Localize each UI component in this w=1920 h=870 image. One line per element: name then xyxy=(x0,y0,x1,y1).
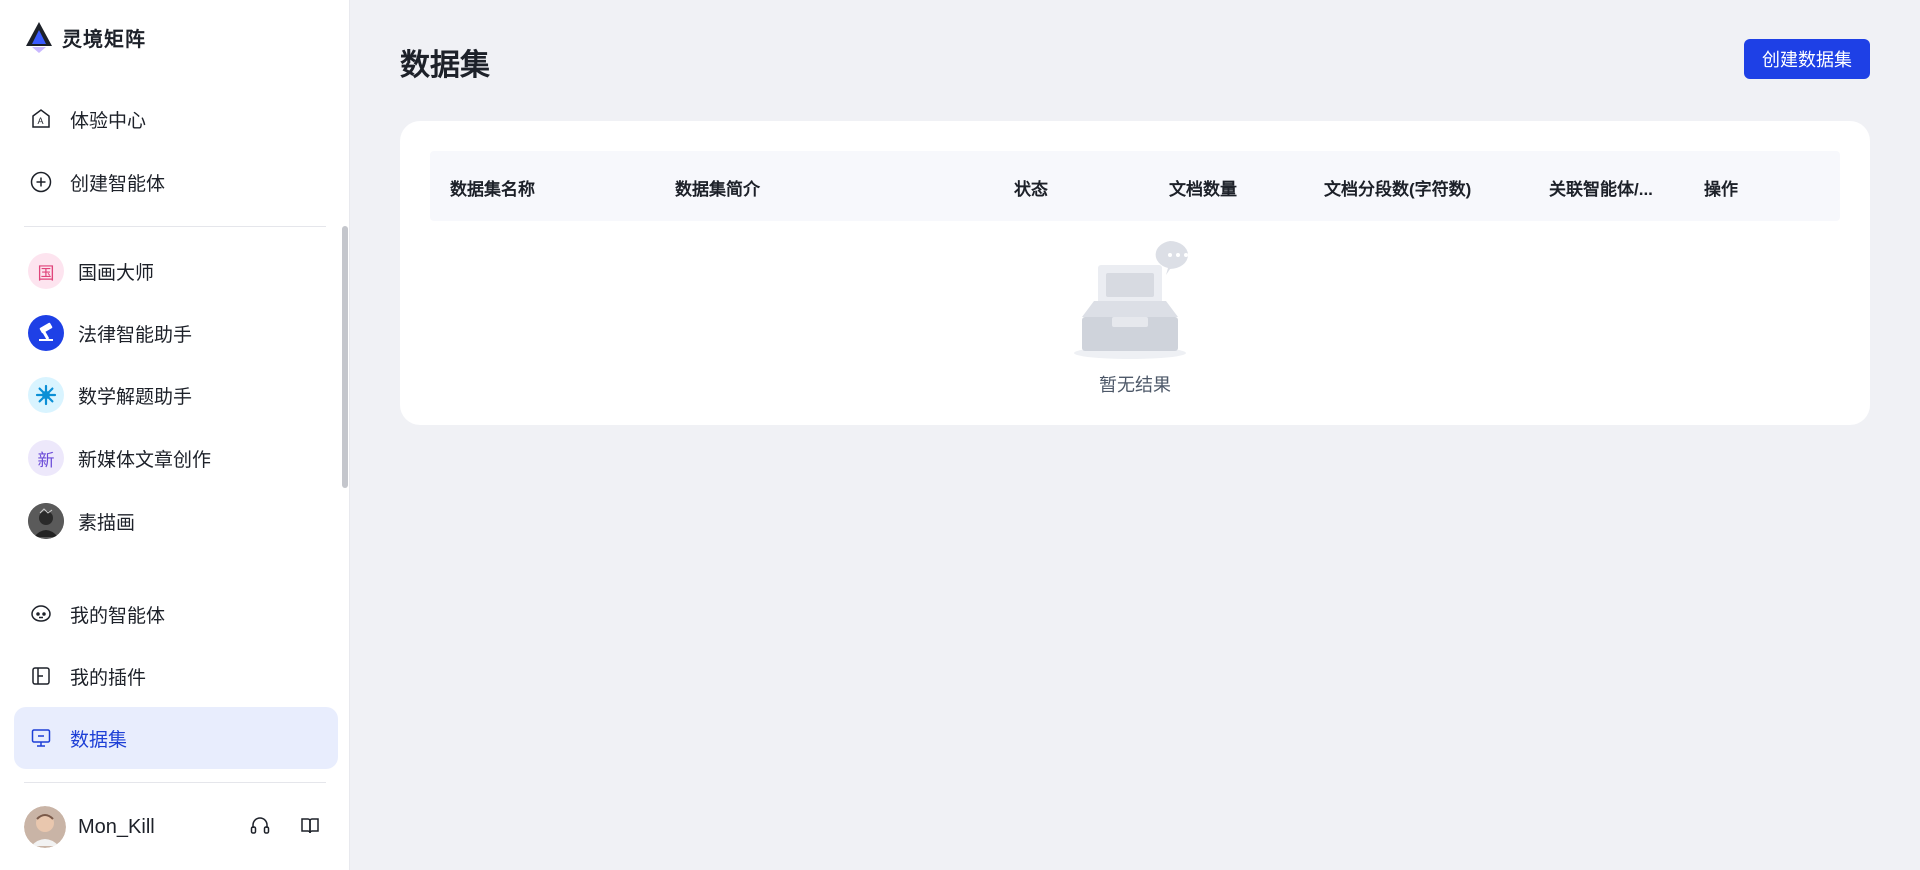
agent-avatar: 国 xyxy=(28,253,64,289)
agent-label: 法律智能助手 xyxy=(78,324,193,346)
divider xyxy=(24,782,326,783)
avatar[interactable] xyxy=(24,806,66,848)
nav-dataset[interactable]: 数据集 xyxy=(14,707,338,769)
column-header-doc-count: 文档数量 xyxy=(1169,180,1237,199)
column-header-name: 数据集名称 xyxy=(450,180,535,199)
agent-item-sketch[interactable]: 素描画 xyxy=(14,490,338,552)
nav-my-agents[interactable]: 我的智能体 xyxy=(14,583,338,645)
user-actions xyxy=(246,812,324,840)
app-name: 灵境矩阵 xyxy=(62,28,146,51)
create-dataset-button[interactable]: 创建数据集 xyxy=(1744,39,1870,79)
plugin-icon xyxy=(28,663,54,689)
sketch-avatar xyxy=(28,503,64,539)
agent-avatar: 新 xyxy=(28,440,64,476)
agent-label: 新媒体文章创作 xyxy=(78,449,212,471)
dataset-table-card: 数据集名称 数据集简介 状态 文档数量 文档分段数(字符数) 关联智能体/...… xyxy=(400,121,1870,425)
robot-icon xyxy=(28,601,54,627)
logo-icon xyxy=(26,22,52,53)
divider xyxy=(24,226,326,227)
burst-icon xyxy=(28,377,64,413)
column-header-actions: 操作 xyxy=(1704,180,1738,199)
column-header-linked-agents: 关联智能体/... xyxy=(1549,180,1653,199)
column-header-description: 数据集简介 xyxy=(675,180,760,199)
dataset-icon xyxy=(28,725,54,751)
nav-my-plugins[interactable]: 我的插件 xyxy=(14,645,338,707)
nav-label: 创建智能体 xyxy=(70,173,166,195)
empty-state xyxy=(1070,237,1210,368)
nav-experience-center[interactable]: A 体验中心 xyxy=(14,88,338,150)
sidebar: 灵境矩阵 A 体验中心 创建智能体 国 国画大师 法律智能助手 数学解题助手 新… xyxy=(0,0,350,870)
user-bar: Mon_Kill xyxy=(24,804,324,850)
agent-item-math[interactable]: 数学解题助手 xyxy=(14,364,338,426)
agent-item-law[interactable]: 法律智能助手 xyxy=(14,302,338,364)
svg-text:A: A xyxy=(38,116,44,126)
nav-label: 我的插件 xyxy=(70,667,147,689)
column-header-status: 状态 xyxy=(1014,180,1048,199)
table-header: 数据集名称 数据集简介 状态 文档数量 文档分段数(字符数) 关联智能体/...… xyxy=(430,151,1840,221)
book-icon[interactable] xyxy=(296,812,324,840)
plus-circle-icon xyxy=(28,169,54,195)
explore-icon: A xyxy=(28,106,54,132)
nav-label: 数据集 xyxy=(70,729,128,751)
user-name[interactable]: Mon_Kill xyxy=(78,816,155,839)
gavel-icon xyxy=(28,315,64,351)
page-title: 数据集 xyxy=(400,49,490,82)
column-header-segments: 文档分段数(字符数) xyxy=(1324,180,1472,199)
agent-label: 素描画 xyxy=(78,512,136,534)
headset-icon[interactable] xyxy=(246,812,274,840)
agent-label: 数学解题助手 xyxy=(78,386,193,408)
agent-item-new-media[interactable]: 新 新媒体文章创作 xyxy=(14,427,338,489)
empty-state-text: 暂无结果 xyxy=(1099,375,1171,395)
empty-inbox-icon xyxy=(1074,241,1188,359)
nav-create-agent[interactable]: 创建智能体 xyxy=(14,151,338,213)
nav-label: 我的智能体 xyxy=(70,605,166,627)
app-logo[interactable]: 灵境矩阵 xyxy=(24,20,146,54)
agent-label: 国画大师 xyxy=(78,262,155,284)
nav-label: 体验中心 xyxy=(70,110,147,132)
agent-item-guohua[interactable]: 国 国画大师 xyxy=(14,240,338,302)
sidebar-scrollbar[interactable] xyxy=(342,226,348,488)
